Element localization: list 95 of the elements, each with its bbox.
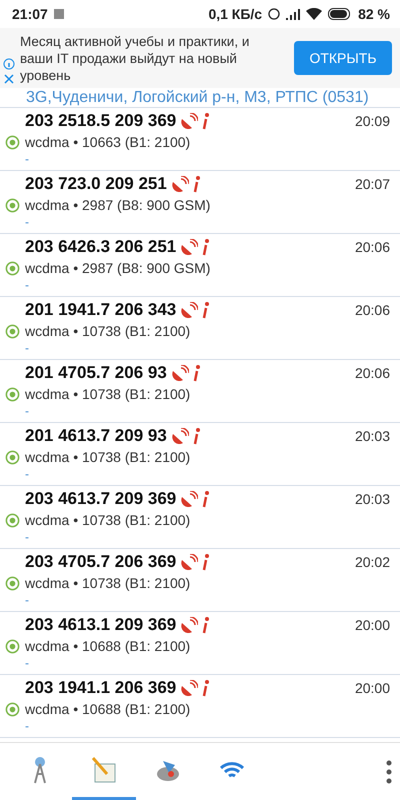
row-time: 20:07 <box>354 176 390 192</box>
row-time: 20:02 <box>354 554 390 570</box>
battery-icon <box>328 8 352 20</box>
radio-icon <box>5 450 20 464</box>
network-info: wcdma • 10663 (B1: 2100) <box>25 134 192 150</box>
dish-icon <box>170 428 189 444</box>
signal-icon <box>286 8 300 20</box>
cell-id: 203 723.0 209 251 <box>25 174 167 194</box>
info-icon[interactable] <box>192 364 201 382</box>
network-info: wcdma • 10738 (B1: 2100) <box>25 575 192 591</box>
row-note: - <box>25 656 30 672</box>
row-time: 20:06 <box>354 239 390 255</box>
log-row[interactable]: 203 4613.1 209 369 20:00 wcdma • 10688 (B1: 2100) - <box>0 612 400 675</box>
row-note: - <box>25 278 30 294</box>
radio-icon <box>5 260 20 276</box>
info-icon[interactable] <box>192 176 201 192</box>
cell-id: 203 2518.5 209 369 <box>25 111 176 131</box>
cell-id: 201 4613.7 209 93 <box>25 426 167 446</box>
dish-icon <box>180 491 198 507</box>
dish-icon <box>180 554 198 570</box>
log-row[interactable]: 203 4705.7 206 369 20:02 wcdma • 10738 (B1: 2100) - <box>0 549 400 612</box>
log-row[interactable]: 203 1941.1 206 369 20:00 wcdma • 10688 (B1: 2100) - <box>0 675 400 738</box>
close-icon[interactable] <box>3 73 15 85</box>
dish-icon <box>180 113 198 129</box>
notepad-icon <box>91 756 117 784</box>
radio-icon <box>5 386 20 402</box>
clock: 21:07 <box>12 6 48 22</box>
network-info: wcdma • 10688 (B1: 2100) <box>25 701 192 717</box>
info-icon[interactable] <box>202 616 210 634</box>
row-note: - <box>25 467 30 483</box>
wifi-icon <box>306 8 322 20</box>
row-time: 20:00 <box>354 680 390 696</box>
log-row[interactable]: 203 723.0 209 251 20:07 wcdma • 2987 (B8: 900 GSM) - <box>0 171 400 234</box>
cell-location: 3G,Чуденичи, Логойский р-н, М3, РТПС (0531) <box>26 88 369 107</box>
network-info: wcdma • 10738 (B1: 2100) <box>25 512 192 528</box>
radio-icon <box>5 576 20 590</box>
cell-id: 203 4705.7 206 369 <box>25 552 176 572</box>
ad-text: Месяц активной учебы и практики, и ваши IT продажи выйдут на новый уровень <box>20 32 250 84</box>
row-time: 20:06 <box>354 302 390 318</box>
log-row[interactable]: 201 4705.7 206 93 20:06 wcdma • 10738 (B1: 2100) - <box>0 360 400 423</box>
row-note: - <box>25 341 30 357</box>
network-info: wcdma • 10738 (B1: 2100) <box>25 386 192 402</box>
radio-icon <box>5 134 20 150</box>
info-icon[interactable] <box>202 302 210 318</box>
row-note: - <box>25 404 30 420</box>
tower-icon <box>32 756 48 784</box>
log-row[interactable]: 203 4613.7 209 369 20:03 wcdma • 10738 (B1: 2100) - <box>0 486 400 549</box>
cell-id: 203 6426.3 206 251 <box>25 237 176 257</box>
more-icon[interactable] <box>386 760 392 784</box>
cell-id: 203 1941.1 206 369 <box>25 678 176 698</box>
dish-icon <box>170 176 189 192</box>
info-icon[interactable] <box>202 490 210 508</box>
radio-icon <box>5 324 20 338</box>
network-info: wcdma • 10738 (B1: 2100) <box>25 323 192 339</box>
cell-id: 203 4613.7 209 369 <box>25 489 176 509</box>
row-time: 20:09 <box>354 113 390 129</box>
dish-icon <box>180 302 198 318</box>
log-row[interactable]: 203 6426.3 206 251 20:06 wcdma • 2987 (B8: 900 GSM) - <box>0 234 400 297</box>
battery-level: 82 % <box>358 6 390 22</box>
row-time: 20:00 <box>354 617 390 633</box>
row-note: - <box>25 530 30 546</box>
radio-icon <box>5 702 20 716</box>
dish-icon <box>170 365 189 381</box>
row-time: 20:03 <box>354 491 390 507</box>
info-icon[interactable] <box>202 238 210 256</box>
info-icon[interactable] <box>202 554 210 570</box>
radio-icon <box>5 512 20 528</box>
radio-icon <box>5 638 20 654</box>
dish-icon <box>180 617 198 633</box>
row-note: - <box>25 593 30 609</box>
notification-icon <box>54 9 64 19</box>
cell-id: 201 1941.7 206 343 <box>25 300 176 320</box>
info-icon[interactable] <box>202 112 210 130</box>
log-row[interactable]: 203 2518.5 209 369 20:09 wcdma • 10663 (B1: 2100) - <box>0 108 400 171</box>
row-time: 20:03 <box>354 428 390 444</box>
info-icon[interactable] <box>202 680 210 696</box>
network-info: wcdma • 2987 (B8: 900 GSM) <box>25 260 212 276</box>
network-speed: 0,1 КБ/с <box>208 6 262 22</box>
log-row[interactable]: 201 1941.7 206 343 20:06 wcdma • 10738 (B1: 2100) - <box>0 297 400 360</box>
radio-icon <box>5 198 20 212</box>
dish-icon <box>180 680 198 696</box>
info-icon[interactable] <box>3 58 15 70</box>
network-info: wcdma • 10688 (B1: 2100) <box>25 638 192 654</box>
row-time: 20:06 <box>354 365 390 381</box>
row-note: - <box>25 152 30 168</box>
row-note: - <box>25 215 30 231</box>
network-info: wcdma • 2987 (B8: 900 GSM) <box>25 197 212 213</box>
info-icon[interactable] <box>192 428 201 444</box>
network-info: wcdma • 10738 (B1: 2100) <box>25 449 192 465</box>
dish-icon <box>180 239 198 255</box>
alarm-icon <box>268 8 280 20</box>
cell-id: 201 4705.7 206 93 <box>25 363 167 383</box>
log-row[interactable]: 201 4613.7 209 93 20:03 wcdma • 10738 (B1: 2100) - <box>0 423 400 486</box>
row-note: - <box>25 719 30 735</box>
cell-id: 203 4613.1 209 369 <box>25 615 176 635</box>
